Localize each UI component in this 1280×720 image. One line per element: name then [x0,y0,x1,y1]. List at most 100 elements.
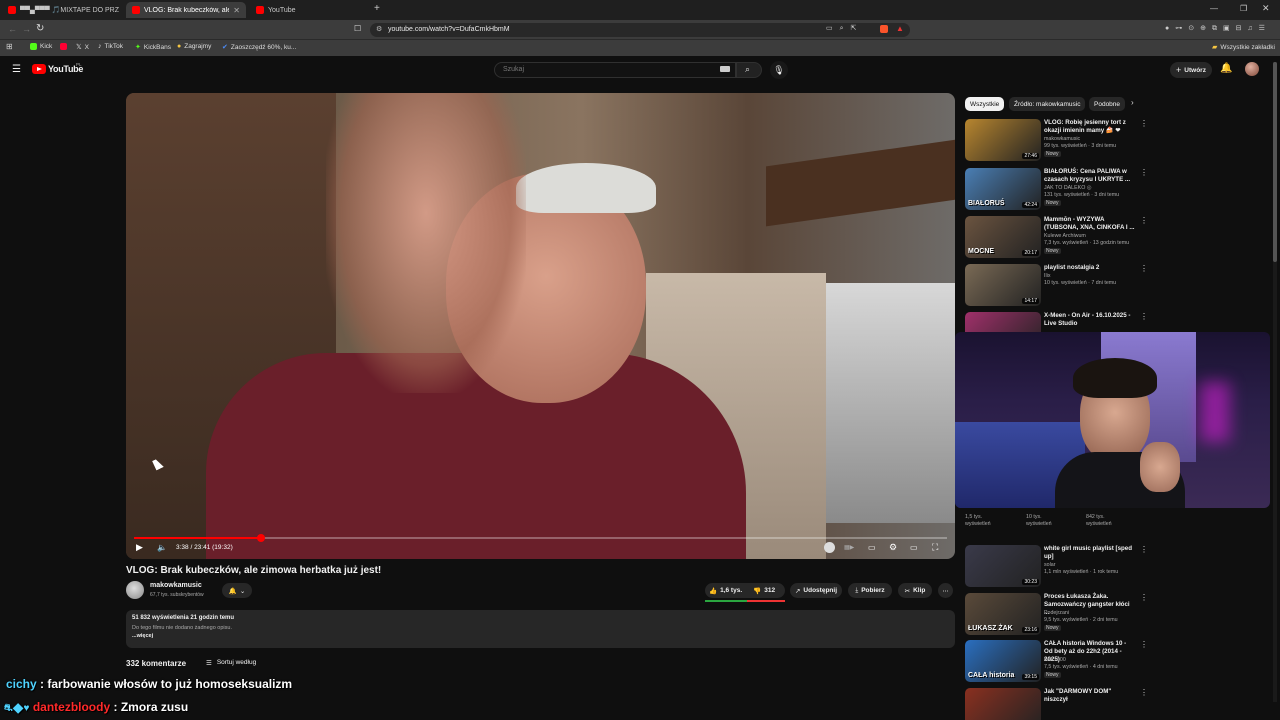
site-info-icon[interactable]: ⚙ [376,25,382,33]
related-video-channel[interactable]: Ilix [1044,273,1139,280]
thumbs-down-icon[interactable]: 👎 [753,587,761,595]
related-video-title[interactable]: VLOG: Robię jesienny tort z okazji imien… [1044,119,1136,135]
channel-avatar[interactable] [126,581,144,599]
more-options-icon[interactable]: ⋮ [1140,688,1148,697]
bookmark-zagrajmy[interactable]: ● Zagrajmy [177,43,211,50]
volume-icon[interactable]: 🔈 [157,543,167,552]
maximize-button[interactable]: ❐ [1240,4,1247,13]
search-input[interactable]: Szukaj [494,62,736,78]
more-actions-button[interactable]: ⋯ [938,583,953,598]
bookmark-icon[interactable]: ☐ [354,24,361,33]
microphone-icon: 🎙 [773,65,785,75]
search-button[interactable]: ⌕ [736,62,762,78]
video-thumbnail[interactable]: 14:17 [965,264,1041,306]
video-player[interactable]: ▶ 🔈 3:38 / 23:41 (19:32) ▦▶ ▭ ⚙ ▭ ⛶ [126,93,955,559]
clip-button[interactable]: ✂ Klip [898,583,932,598]
related-video-title[interactable]: Jak "DARMOWY DOM" niszczył [1044,688,1136,704]
related-video-title[interactable]: playlist nostalgia 2 [1044,264,1136,272]
keyboard-icon[interactable] [720,66,730,72]
subscribed-bell-button[interactable]: 🔔 ⌄ [222,583,252,598]
menu-icon[interactable]: ☰ [12,64,21,75]
rewards-icon[interactable]: ▲ [896,24,904,33]
related-video-channel[interactable]: bez 1000 [1044,657,1139,664]
reload-icon[interactable]: ↻ [36,23,44,34]
more-options-icon[interactable]: ⋮ [1140,216,1148,225]
related-video-title[interactable]: X-Meen - On Air - 16.10.2025 - Live Stud… [1044,312,1136,328]
bookmark-kick[interactable]: Kick [30,43,52,50]
more-options-icon[interactable]: ⋮ [1140,545,1148,554]
more-options-icon[interactable]: ⋮ [1140,593,1148,602]
x-logo-icon: 𝕏 [76,44,82,51]
bookmark-x[interactable]: 𝕏X [76,43,89,52]
sort-icon: ☰ [206,660,212,667]
download-button[interactable]: ⤓ Pobierz [848,583,892,598]
close-window-button[interactable]: ✕ [1262,3,1270,14]
related-video-title[interactable]: BIAŁORUŚ: Cena PALIWA w czasach kryzysu … [1044,168,1136,184]
forward-icon[interactable]: → [22,24,31,34]
play-icon[interactable]: ▶ [136,542,143,553]
toolbar-icons[interactable]: ▭⌕⇱ [826,24,863,33]
related-video-title[interactable]: Mammōn - WYZYWA (TUBSONA, XNA, CINKOFA I… [1044,216,1136,232]
all-bookmarks[interactable]: ▰ Wszystkie zakładki [1212,43,1275,52]
new-badge: Nowy [1044,625,1061,631]
more-options-icon[interactable]: ⋮ [1140,312,1148,321]
related-video-channel[interactable]: JAK TO DALEKO ◎ [1044,185,1139,192]
theater-mode-icon[interactable]: ▭ [910,543,918,552]
bookmark-kickbans[interactable]: ✦ KickBans [135,43,171,52]
description-box[interactable] [126,610,955,648]
tiktok-icon: ♪ [98,43,102,50]
browser-tab[interactable]: ▀▀▄▀▀▀ 🎵MIXTAPE DO PRZ [2,2,126,18]
chip-all[interactable]: Wszystkie [965,97,1005,111]
related-video-channel[interactable]: solar [1044,562,1139,569]
close-tab-icon[interactable]: ✕ [233,6,240,15]
chip-from-channel[interactable]: Źródło: makowkamusic [1009,97,1086,111]
related-video-channel[interactable]: makowkamusic [1044,136,1139,143]
browser-tab[interactable]: YouTube [250,2,370,18]
bookmark-promo[interactable]: ✔ Zaoszczędź 60%, ku... [222,43,296,52]
notifications-bell-icon[interactable]: 🔔 [1220,63,1232,74]
new-tab-button[interactable]: + [374,3,380,14]
video-thumbnail[interactable]: MOCNE 20:17 [965,216,1041,258]
video-frame-blurred-hand [326,93,526,393]
account-avatar[interactable] [1245,62,1259,76]
brave-shield-icon[interactable] [880,25,888,33]
youtube-logo-icon[interactable] [32,64,46,74]
chip-related[interactable]: Podobne [1089,97,1126,111]
page-scrollbar-thumb[interactable] [1273,62,1277,262]
hd-quality-icon[interactable]: ▦▶ [844,544,854,551]
thumbs-up-icon[interactable]: 👍 [709,587,717,595]
video-thumbnail[interactable]: 30:23 [965,545,1041,587]
more-options-icon[interactable]: ⋮ [1140,264,1148,273]
browser-tab-active[interactable]: VLOG: Brak kubeczków, ale zim ✕ [126,2,246,18]
related-video-channel[interactable]: Podejrzani [1044,610,1139,617]
more-options-icon[interactable]: ⋮ [1140,168,1148,177]
extension-icons[interactable]: ●⊶⊙⊕⧉▣⊟♫☰ [1165,24,1271,33]
channel-name[interactable]: makowkamusic [150,582,202,589]
back-icon[interactable]: ← [8,24,17,34]
create-button[interactable]: + Utwórz [1170,62,1212,78]
more-options-icon[interactable]: ⋮ [1140,640,1148,649]
settings-gear-icon[interactable]: ⚙ [889,542,897,553]
related-video-channel[interactable]: Kulewe Archiwum [1044,233,1139,240]
related-video-title[interactable]: white girl music playlist [sped up] [1044,545,1136,561]
fullscreen-icon[interactable]: ⛶ [932,542,938,553]
sort-comments-button[interactable]: ☰ Sortuj według [206,659,256,667]
progress-scrubber[interactable] [256,534,265,542]
video-thumbnail[interactable]: CAŁA historia 39:15 [965,640,1041,682]
more-options-icon[interactable]: ⋮ [1140,119,1148,128]
minimize-button[interactable]: — [1210,4,1218,13]
user-icon: ● [177,43,182,50]
bookmark-tiktok[interactable]: ♪ TikTok [98,43,123,50]
show-more-link[interactable]: ...więcej [132,633,153,639]
video-thumbnail[interactable]: 27:46 [965,119,1041,161]
autoplay-toggle-icon[interactable] [824,542,835,553]
bookmark-youtube[interactable] [60,43,67,50]
video-thumbnail[interactable]: BIAŁORUŚ 42:24 [965,168,1041,210]
share-button[interactable]: ↗ Udostępnij [790,583,842,598]
video-thumbnail[interactable] [965,688,1041,720]
apps-grid-icon[interactable]: ⊞ [6,42,13,51]
chevron-right-icon[interactable]: › [1131,98,1134,107]
video-thumbnail[interactable]: ŁUKASZ ŻAK 23:16 [965,593,1041,635]
subtitles-icon[interactable]: ▭ [868,543,876,552]
voice-search-button[interactable]: 🎙 [770,61,788,79]
